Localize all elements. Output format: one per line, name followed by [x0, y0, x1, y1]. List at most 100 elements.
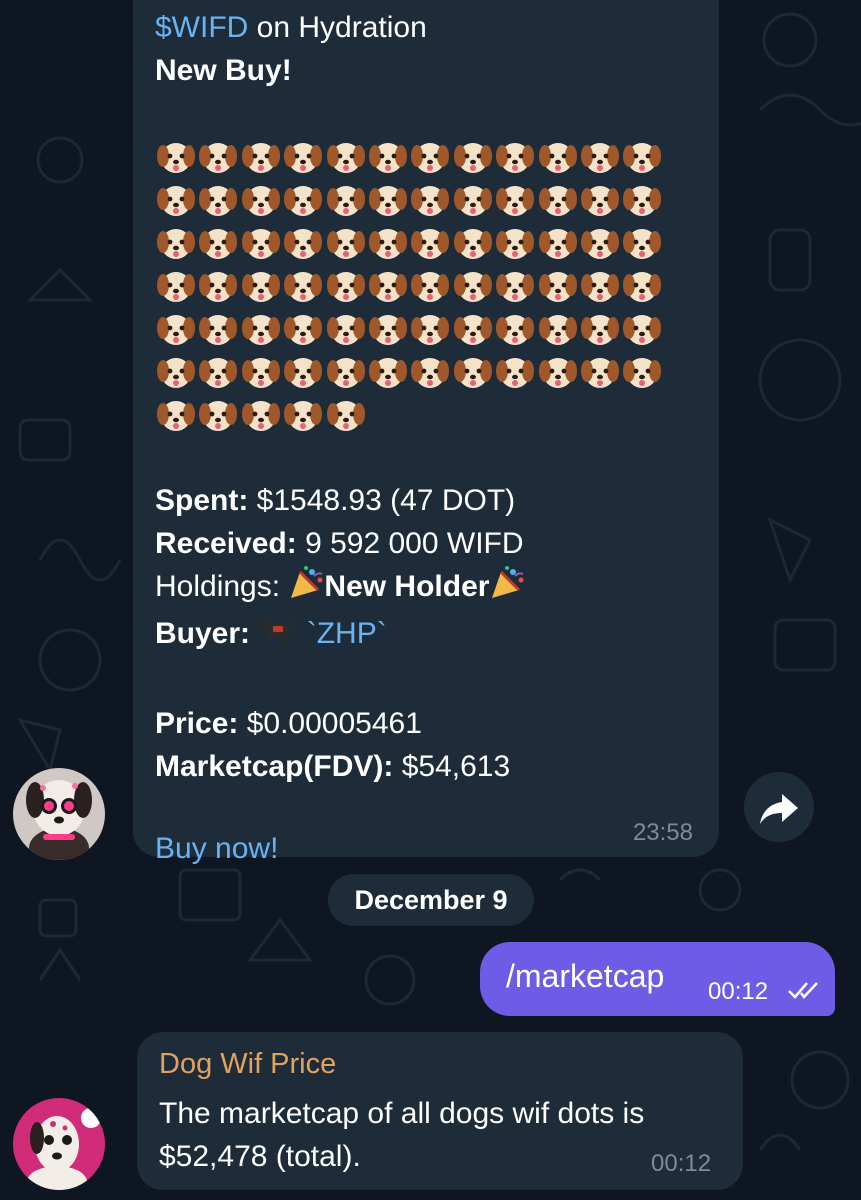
outgoing-text: /marketcap [506, 958, 665, 994]
dog-face-icon [579, 350, 621, 393]
dog-face-icon [325, 135, 367, 178]
dog-face-icon [409, 307, 451, 350]
dog-face-icon [537, 350, 579, 393]
dog-face-icon [155, 221, 197, 264]
dog-face-icon [494, 307, 536, 350]
dog-face-icon [325, 264, 367, 307]
marketcap-row: Marketcap(FDV): $54,613 [155, 745, 665, 788]
dog-face-icon [409, 135, 451, 178]
dog-face-icon [537, 221, 579, 264]
buyer-label: Buyer: [155, 617, 251, 650]
holdings-label: Holdings: [155, 570, 289, 603]
dog-face-icon [155, 350, 197, 393]
dog-face-icon [537, 178, 579, 221]
dog-face-icon [155, 307, 197, 350]
dog-face-icon [409, 221, 451, 264]
bot-avatar[interactable] [13, 1098, 105, 1190]
spent-label: Spent: [155, 484, 249, 517]
dog-face-icon [197, 307, 239, 350]
marketcap-label: Marketcap(FDV): [155, 750, 394, 783]
dog-face-icon [197, 135, 239, 178]
dog-face-icon [579, 307, 621, 350]
bot-avatar[interactable] [13, 768, 105, 860]
dog-face-icon [240, 178, 282, 221]
dog-face-icon [621, 264, 663, 307]
dog-face-icon [325, 350, 367, 393]
dog-face-icon [579, 264, 621, 307]
dog-face-icon [409, 264, 451, 307]
buy-now-link[interactable]: Buy now! [155, 827, 665, 870]
dog-face-icon [494, 350, 536, 393]
dog-face-icon [197, 350, 239, 393]
dog-face-icon [409, 350, 451, 393]
forward-button[interactable] [744, 772, 814, 842]
marketcap-value: $54,613 [393, 750, 511, 783]
sender-name[interactable]: Dog Wif Price [159, 1048, 336, 1081]
dog-face-icon [367, 264, 409, 307]
dog-face-icon [579, 221, 621, 264]
dog-face-icon [240, 393, 282, 436]
double-check-icon [788, 982, 818, 999]
dog-face-icon [367, 307, 409, 350]
buyer-link[interactable]: `ZHP` [307, 617, 387, 650]
dog-face-icon [282, 264, 324, 307]
dog-face-icon [155, 135, 197, 178]
dog-face-icon [494, 221, 536, 264]
outgoing-time: 00:12 [708, 978, 769, 1005]
dog-face-icon [282, 221, 324, 264]
outgoing-message: /marketcap 00:12 [480, 942, 835, 1016]
dog-face-icon [494, 264, 536, 307]
dog-face-icon [452, 135, 494, 178]
dog-robot-avatar-icon [13, 1098, 105, 1190]
token-link[interactable]: $WIFD [155, 11, 248, 44]
spent-row: Spent: $1548.93 (47 DOT) [155, 479, 665, 522]
dog-face-icon [494, 135, 536, 178]
dog-face-icon [579, 178, 621, 221]
dog-face-icon [452, 221, 494, 264]
party-popper-icon [489, 566, 525, 612]
dog-face-icon [325, 178, 367, 221]
dog-face-icon [452, 178, 494, 221]
dog-face-icon [621, 178, 663, 221]
message-title: $WIFD on Hydration [155, 6, 665, 49]
service-dog-icon [258, 613, 298, 659]
dog-robot-avatar-icon [13, 768, 105, 860]
holdings-value: New Holder [324, 570, 490, 603]
price-label: Price: [155, 707, 239, 740]
price-row: Price: $0.00005461 [155, 702, 665, 745]
message-text: The marketcap of all dogs wif dots is $5… [159, 1097, 645, 1173]
dog-face-icon [621, 307, 663, 350]
party-popper-icon [288, 566, 324, 612]
dog-face-icon [494, 178, 536, 221]
dog-face-icon [325, 393, 367, 436]
dog-face-icon [282, 178, 324, 221]
spent-value: $1548.93 (47 DOT) [248, 484, 516, 517]
dog-face-icon [537, 307, 579, 350]
dog-face-icon [409, 178, 451, 221]
dog-face-icon [282, 307, 324, 350]
dog-face-icon [197, 264, 239, 307]
dog-face-icon [367, 135, 409, 178]
dog-face-icon [452, 307, 494, 350]
price-value: $0.00005461 [238, 707, 422, 740]
dog-face-icon [537, 264, 579, 307]
dog-face-icon [325, 221, 367, 264]
dog-face-icon [155, 393, 197, 436]
dog-face-icon [197, 178, 239, 221]
received-value: 9 592 000 WIFD [296, 527, 524, 560]
dog-emoji-grid [155, 135, 665, 436]
dog-face-icon [240, 307, 282, 350]
message-time: 23:58 [632, 819, 693, 846]
dog-face-icon [367, 178, 409, 221]
dog-face-icon [452, 264, 494, 307]
dog-face-icon [197, 393, 239, 436]
dog-face-icon [240, 221, 282, 264]
dog-face-icon [367, 350, 409, 393]
buy-alert-message: $WIFD on Hydration New Buy! Spent: $1548… [133, 0, 719, 865]
holdings-row: Holdings: New Holder [155, 565, 665, 612]
price-bot-message: Dog Wif Price The marketcap of all dogs … [137, 1032, 743, 1190]
dog-face-icon [240, 264, 282, 307]
dog-face-icon [282, 350, 324, 393]
dog-face-icon [579, 135, 621, 178]
headline: New Buy! [155, 54, 292, 87]
